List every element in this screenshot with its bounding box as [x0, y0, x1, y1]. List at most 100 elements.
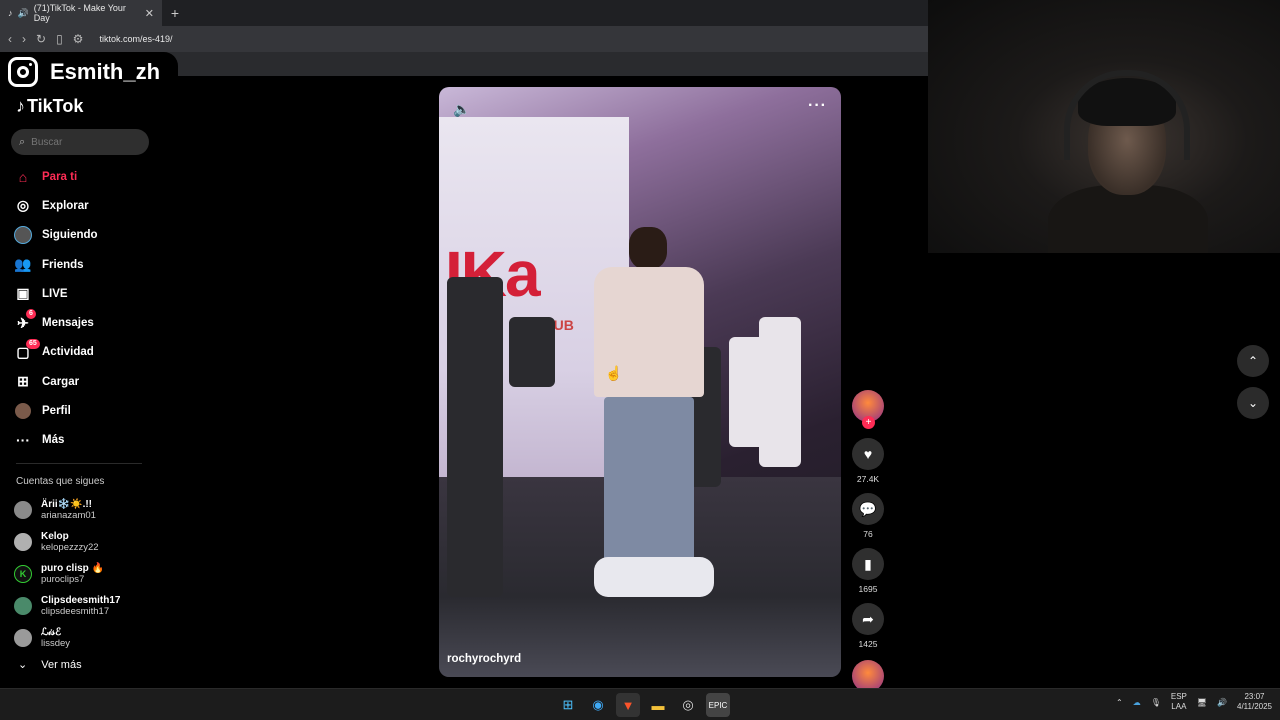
- share-icon: ➦: [862, 610, 874, 627]
- nav-item-cargar[interactable]: ⊞ Cargar: [14, 367, 164, 396]
- nav-label: Cargar: [42, 375, 80, 388]
- account-username: clipsdeesmith17: [41, 606, 110, 617]
- crowd-figure: [509, 317, 555, 387]
- clock-date: 4/11/2025: [1237, 702, 1272, 711]
- chevron-up-icon[interactable]: ⌃: [1116, 698, 1123, 707]
- nav-item-mensajes[interactable]: ✈ 6 Mensajes: [14, 308, 164, 337]
- microphone-icon[interactable]: 🎙: [1151, 698, 1161, 707]
- account-username: lissdey: [41, 638, 71, 649]
- file-explorer-icon[interactable]: ▬: [646, 693, 670, 717]
- clock[interactable]: 23:07 4/11/2025: [1237, 692, 1272, 712]
- nav-item-explorar[interactable]: ◎ Explorar: [14, 191, 164, 220]
- reload-icon[interactable]: ↻: [36, 32, 46, 46]
- bookmark-icon: ▮: [864, 555, 872, 572]
- browser-tab[interactable]: ♪ 🔊 (71)TikTok - Make Your Day ✕: [0, 0, 162, 26]
- url-field[interactable]: tiktok.com/es-419/: [99, 34, 172, 44]
- epic-games-icon[interactable]: EPIC: [706, 693, 730, 717]
- video-actions: + ♥ 27.4K 💬 76 ▮ 1695 ➦ 1425: [850, 390, 886, 692]
- edge-icon[interactable]: ◉: [586, 693, 610, 717]
- video-author[interactable]: rochyrochyrd: [447, 653, 521, 665]
- webcam-person-body: [1048, 185, 1208, 253]
- instagram-icon: [8, 57, 38, 87]
- video-player[interactable]: IKa CLUB 🔈 ··· rochyrochyrd ☝: [439, 87, 841, 677]
- save-count: 1695: [858, 584, 878, 594]
- performer-shoes: [594, 557, 714, 597]
- headset-icon: [1064, 70, 1190, 160]
- creator-avatar[interactable]: +: [852, 390, 884, 429]
- previous-video-button[interactable]: ⌃: [1237, 345, 1269, 377]
- nav-item-actividad[interactable]: ▢ 65 Actividad: [14, 338, 164, 367]
- language-indicator[interactable]: ESP LAA: [1171, 692, 1187, 712]
- account-username: kelopezzzy22: [41, 542, 99, 553]
- network-icon[interactable]: 🖥: [1197, 698, 1207, 707]
- follow-plus-icon[interactable]: +: [862, 416, 875, 429]
- avatar: [14, 597, 32, 615]
- windows-taskbar: ⊞ ◉ ▼ ▬ ◎ EPIC ⌃ ☁ 🎙 ESP LAA 🖥 🔊 23:07 4…: [0, 688, 1280, 720]
- nav-item-perfil[interactable]: Perfil: [14, 396, 164, 425]
- nav-item-para-ti[interactable]: ⌂ Para ti: [14, 162, 164, 191]
- nav-label: LIVE: [42, 287, 68, 300]
- windows-start-icon[interactable]: ⊞: [556, 693, 580, 717]
- bookmark-icon[interactable]: ▯: [56, 32, 63, 46]
- sidebar-divider: [16, 463, 142, 464]
- comment-button[interactable]: 💬: [852, 493, 884, 525]
- obs-icon[interactable]: ◎: [676, 693, 700, 717]
- friends-icon: 👥: [14, 256, 32, 273]
- share-count: 1425: [858, 639, 878, 649]
- instagram-handle: Esmith_zh: [50, 59, 161, 84]
- share-button[interactable]: ➦: [852, 603, 884, 635]
- nav-item-siguiendo[interactable]: Siguiendo: [14, 221, 164, 250]
- list-item[interactable]: K puro clisp 🔥 puroclips7: [14, 558, 164, 590]
- performer-pants: [604, 397, 694, 567]
- compass-icon: ◎: [16, 197, 30, 214]
- close-tab-icon[interactable]: ✕: [145, 7, 154, 20]
- performer: [594, 227, 714, 607]
- account-username: arianazam01: [41, 510, 96, 521]
- nav-item-live[interactable]: ▣ LIVE: [14, 279, 164, 308]
- following-section-title: Cuentas que sigues: [16, 476, 105, 487]
- site-settings-icon[interactable]: ⚙: [73, 32, 84, 46]
- speaker-icon[interactable]: 🔊: [1217, 698, 1227, 707]
- like-button[interactable]: ♥: [852, 438, 884, 470]
- forward-icon[interactable]: ›: [22, 32, 26, 46]
- like-count: 27.4K: [856, 474, 880, 484]
- see-more-button[interactable]: ⌄ Ver más: [18, 658, 82, 672]
- tab-bar: ♪ 🔊 (71)TikTok - Make Your Day ✕ +: [0, 0, 928, 26]
- profile-avatar-icon: [14, 402, 32, 420]
- chevron-down-icon: ⌄: [1247, 396, 1259, 410]
- nav-item-mas[interactable]: ··· Más: [14, 426, 164, 455]
- onedrive-icon[interactable]: ☁: [1133, 698, 1141, 707]
- clock-time: 23:07: [1244, 692, 1265, 701]
- list-item[interactable]: ℒ𝒾𝓈ℰ lissdey: [14, 622, 164, 654]
- home-icon: ⌂: [18, 168, 28, 185]
- new-tab-button[interactable]: +: [162, 0, 188, 26]
- volume-icon[interactable]: 🔈: [453, 101, 470, 118]
- nav-item-friends[interactable]: 👥 Friends: [14, 250, 164, 279]
- save-button[interactable]: ▮: [852, 548, 884, 580]
- search-box[interactable]: ⌕: [11, 129, 149, 155]
- tiktok-logo[interactable]: ♪ TikTok: [16, 96, 83, 117]
- back-icon[interactable]: ‹: [8, 32, 12, 46]
- language-code: ESP: [1170, 692, 1187, 701]
- more-options-icon[interactable]: ···: [808, 97, 827, 115]
- chevron-down-icon: ⌄: [18, 659, 28, 671]
- search-input[interactable]: [31, 136, 132, 148]
- following-avatar-icon: [14, 226, 32, 245]
- comment-count: 76: [863, 529, 873, 539]
- upload-icon: ⊞: [17, 373, 29, 390]
- avatar: [14, 533, 32, 551]
- list-item[interactable]: Kelop kelopezzzy22: [14, 526, 164, 558]
- brave-icon[interactable]: ▼: [616, 693, 640, 717]
- nav-label: Perfil: [42, 405, 71, 418]
- sidebar-nav: ⌂ Para ti ◎ Explorar Siguiendo 👥 Friends…: [14, 162, 164, 455]
- list-item[interactable]: Clipsdeesmith17 clipsdeesmith17: [14, 590, 164, 622]
- audio-icon[interactable]: 🔊: [18, 8, 29, 19]
- account-username: puroclips7: [41, 574, 85, 585]
- tiktok-favicon-icon: ♪: [8, 8, 13, 18]
- heart-icon: ♥: [863, 446, 873, 462]
- list-item[interactable]: Ärii❄️☀️.!! arianazam01: [14, 494, 164, 526]
- nav-label: Siguiendo: [42, 229, 98, 242]
- tab-title: (71)TikTok - Make Your Day: [33, 3, 126, 23]
- nav-label: Más: [42, 434, 65, 447]
- next-video-button[interactable]: ⌄: [1237, 387, 1269, 419]
